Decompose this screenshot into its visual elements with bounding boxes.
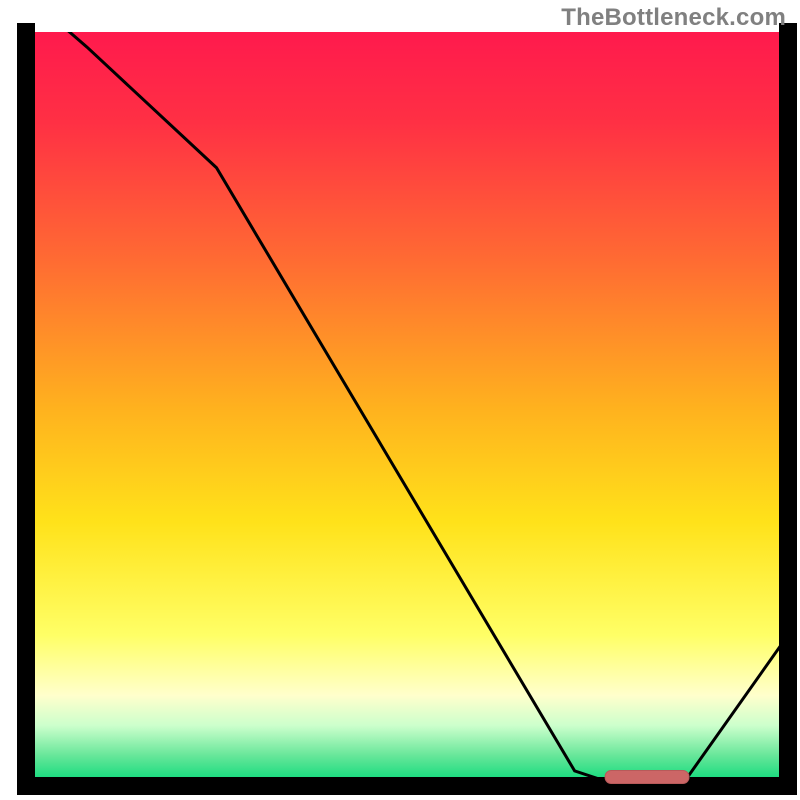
chart-svg [0,0,800,800]
chart-stage: TheBottleneck.com [0,0,800,800]
optimum-marker [605,771,689,784]
gradient-background [26,32,788,786]
watermark-text: TheBottleneck.com [561,4,786,32]
